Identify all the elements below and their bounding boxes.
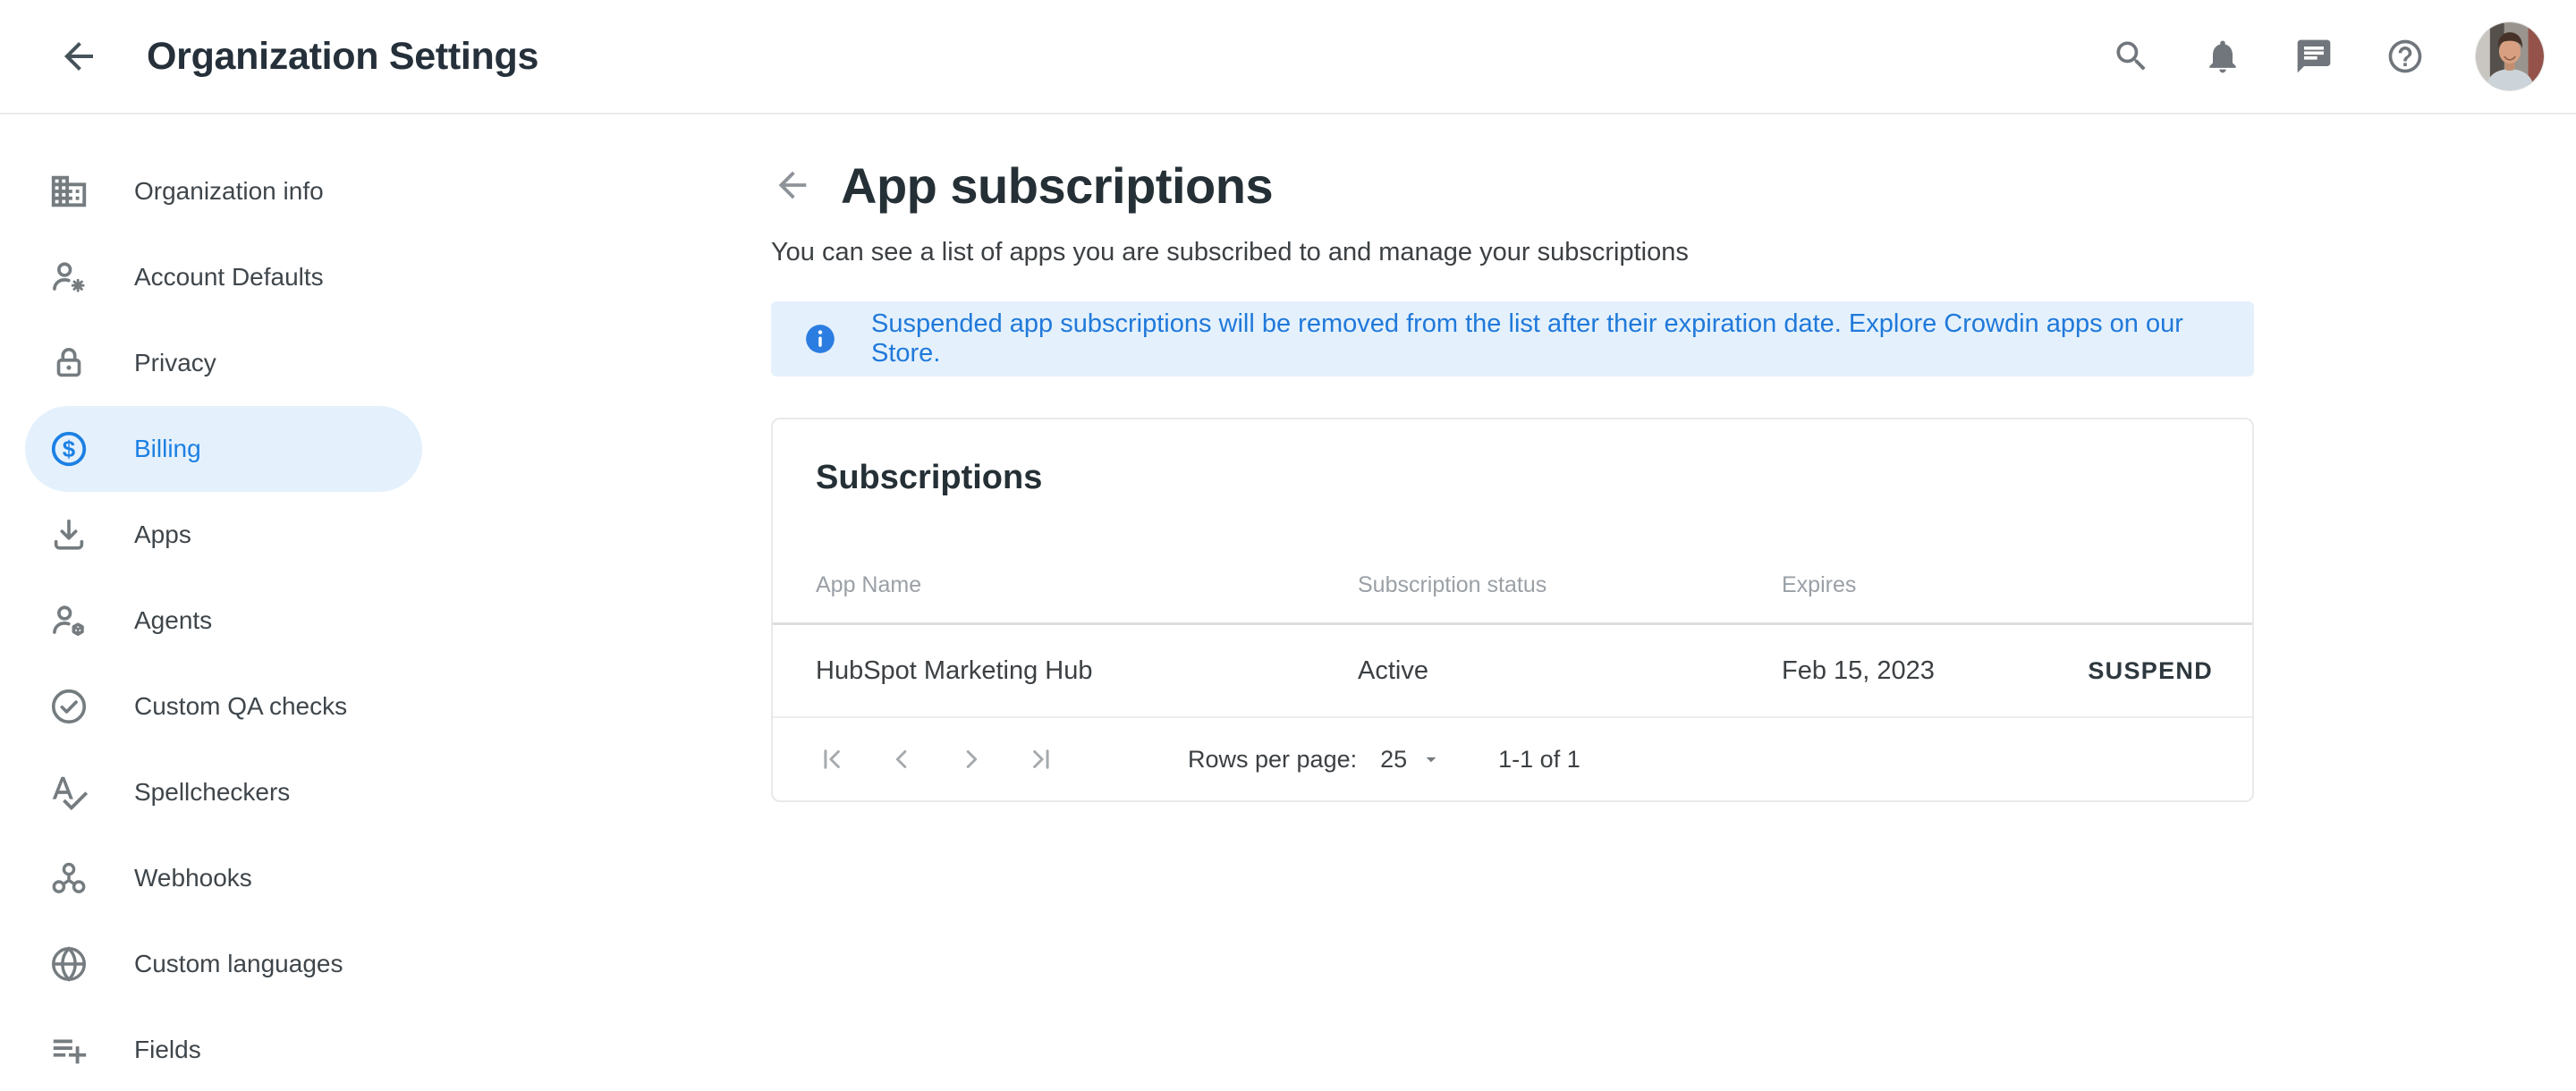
search-button[interactable] <box>2111 36 2152 77</box>
page-back-button[interactable] <box>771 164 814 207</box>
page-title: App subscriptions <box>841 156 1273 215</box>
cell-app-name: HubSpot Marketing Hub <box>816 656 1358 686</box>
sidebar-item-fields[interactable]: Fields <box>25 1007 422 1091</box>
person-gear-icon <box>48 257 89 298</box>
check-circle-icon <box>48 686 89 727</box>
sidebar-item-custom-languages[interactable]: Custom languages <box>25 921 422 1007</box>
rows-per-page-label: Rows per page: <box>1188 746 1357 774</box>
notifications-button[interactable] <box>2202 36 2243 77</box>
search-icon <box>2112 37 2151 76</box>
table-row: HubSpot Marketing Hub Active Feb 15, 202… <box>773 625 2252 716</box>
app-title: Organization Settings <box>147 35 538 79</box>
sidebar-item-label: Privacy <box>134 349 216 377</box>
help-button[interactable] <box>2385 36 2426 77</box>
info-alert: Suspended app subscriptions will be remo… <box>771 301 2254 376</box>
sidebar-item-label: Organization info <box>134 177 324 206</box>
globe-icon <box>48 943 89 985</box>
last-page-icon <box>1026 744 1056 774</box>
download-icon <box>48 514 89 555</box>
help-icon <box>2385 37 2425 76</box>
alert-text[interactable]: Suspended app subscriptions will be remo… <box>871 309 2222 368</box>
user-avatar[interactable] <box>2476 22 2544 90</box>
rows-per-page-value[interactable]: 25 <box>1380 746 1407 774</box>
topbar-actions <box>2111 22 2544 90</box>
chevron-left-icon <box>886 744 917 774</box>
arrow-back-icon <box>772 165 813 206</box>
next-page-button[interactable] <box>955 740 987 779</box>
first-page-icon <box>817 744 847 774</box>
chevron-right-icon <box>956 744 987 774</box>
spellcheck-icon <box>48 772 89 813</box>
sidebar-item-organization-info[interactable]: Organization info <box>25 148 422 234</box>
sidebar-item-billing[interactable]: $ Billing <box>25 406 422 492</box>
card-title: Subscriptions <box>816 459 2209 497</box>
settings-sidebar: Organization info Account Defaults <box>0 114 429 1089</box>
sidebar-item-label: Webhooks <box>134 864 252 892</box>
sidebar-item-account-defaults[interactable]: Account Defaults <box>25 234 422 320</box>
page-subtitle: You can see a list of apps you are subsc… <box>771 238 2254 267</box>
lock-icon <box>48 343 89 384</box>
person-cube-icon <box>48 600 89 641</box>
avatar-photo <box>2476 22 2544 90</box>
pagination-range: 1-1 of 1 <box>1498 746 1580 774</box>
dollar-circle-icon: $ <box>48 428 89 469</box>
info-icon <box>803 322 837 356</box>
chat-icon <box>2294 37 2334 76</box>
sidebar-item-label: Apps <box>134 520 191 549</box>
sidebar-item-label: Agents <box>134 606 212 635</box>
sidebar-item-apps[interactable]: Apps <box>25 492 422 578</box>
sidebar-item-label: Spellcheckers <box>134 778 290 807</box>
notifications-icon <box>2203 37 2242 76</box>
suspend-button[interactable]: SUSPEND <box>2088 657 2213 685</box>
sidebar-item-label: Account Defaults <box>134 263 324 292</box>
webhook-icon <box>48 858 89 899</box>
top-bar: Organization Settings <box>0 0 2576 114</box>
table-header: App Name Subscription status Expires <box>773 547 2252 622</box>
subscriptions-card: Subscriptions App Name Subscription stat… <box>771 418 2254 802</box>
column-app-name: App Name <box>816 572 1358 598</box>
arrow-back-icon <box>57 35 100 78</box>
sidebar-item-webhooks[interactable]: Webhooks <box>25 835 422 921</box>
sidebar-item-label: Custom languages <box>134 950 343 978</box>
messages-button[interactable] <box>2293 36 2334 77</box>
sidebar-item-spellcheckers[interactable]: Spellcheckers <box>25 749 422 835</box>
back-button[interactable] <box>55 33 102 80</box>
building-icon <box>48 171 89 212</box>
sidebar-item-label: Custom QA checks <box>134 692 347 721</box>
sidebar-item-custom-qa-checks[interactable]: Custom QA checks <box>25 664 422 749</box>
playlist-add-icon <box>48 1029 89 1070</box>
cell-status: Active <box>1358 656 1782 686</box>
svg-text:$: $ <box>63 437 76 462</box>
cell-expires: Feb 15, 2023 <box>1782 656 2088 686</box>
page-header: App subscriptions <box>771 150 2254 220</box>
column-expires: Expires <box>1782 572 2213 598</box>
sidebar-item-label: Fields <box>134 1036 201 1064</box>
sidebar-item-label: Billing <box>134 435 201 463</box>
chevron-down-icon[interactable] <box>1419 748 1443 771</box>
last-page-button[interactable] <box>1025 740 1057 779</box>
sidebar-item-privacy[interactable]: Privacy <box>25 320 422 406</box>
first-page-button[interactable] <box>816 740 848 779</box>
column-subscription-status: Subscription status <box>1358 572 1782 598</box>
pagination: Rows per page: 25 1-1 of 1 <box>773 718 2252 800</box>
main-content: App subscriptions You can see a list of … <box>429 114 2576 1089</box>
sidebar-item-agents[interactable]: Agents <box>25 578 422 664</box>
previous-page-button[interactable] <box>886 740 918 779</box>
